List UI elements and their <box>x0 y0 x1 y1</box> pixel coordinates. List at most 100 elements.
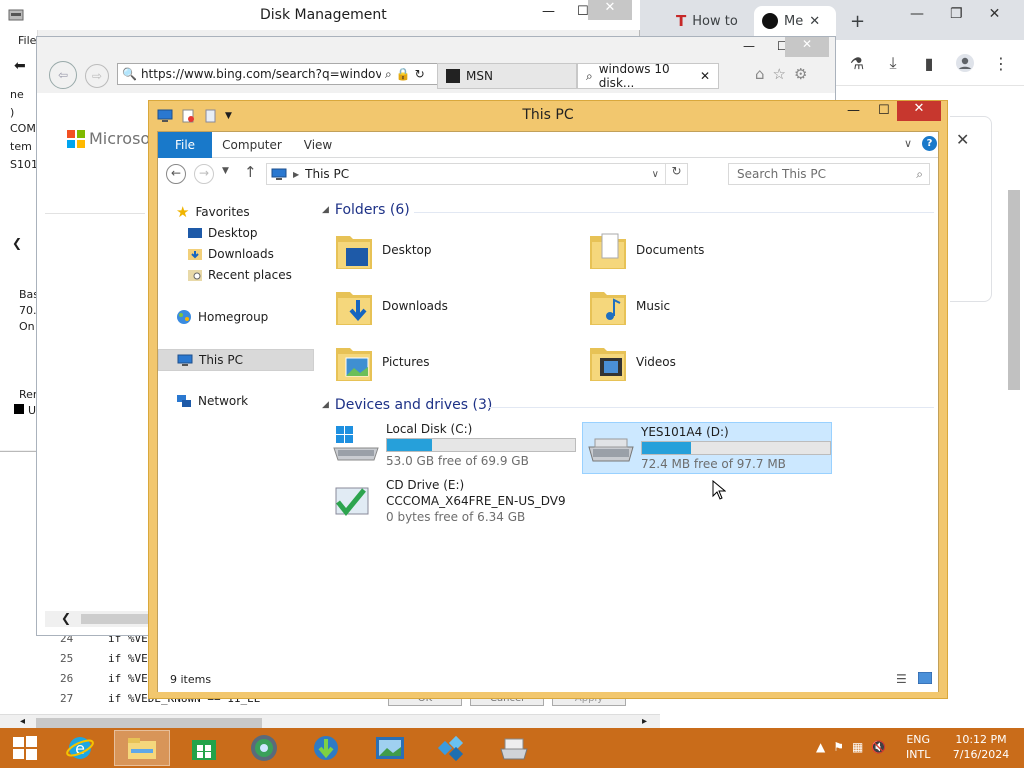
favorites-star-icon[interactable]: ☆ <box>773 65 786 83</box>
drive-c[interactable]: Local Disk (C:) 53.0 GB free of 69.9 GB <box>332 422 576 468</box>
close-icon[interactable]: ✕ <box>809 14 820 29</box>
labs-flask-icon[interactable]: ⚗ <box>844 50 870 76</box>
globe-icon <box>251 735 277 761</box>
taskbar-store[interactable] <box>176 730 232 766</box>
taskbar-disk-management[interactable] <box>486 730 542 766</box>
github-icon <box>762 13 778 29</box>
clock[interactable]: 10:12 PM 7/16/2024 <box>948 732 1014 762</box>
nav-favorites[interactable]: ★ Favorites <box>176 202 250 222</box>
scroll-left-icon[interactable]: ◂ <box>20 716 25 727</box>
t-logo-icon: T <box>676 12 687 30</box>
drive-name: YES101A4 (D:) <box>641 425 729 439</box>
close-button[interactable]: ✕ <box>897 101 941 121</box>
network-tray-icon[interactable]: ▦ <box>852 740 863 754</box>
folder-desktop[interactable]: Desktop <box>334 228 432 272</box>
details-view-icon[interactable]: ☰ <box>896 672 907 686</box>
close-icon[interactable]: ✕ <box>700 69 710 83</box>
chrome-tab-howto[interactable]: T How to <box>668 6 760 36</box>
ie-hscroll[interactable]: ❮ <box>45 611 149 627</box>
scrollbar-thumb[interactable] <box>81 614 149 624</box>
close-button[interactable]: ✕ <box>588 0 632 20</box>
menu-file[interactable]: File <box>18 34 36 47</box>
tab-view[interactable]: View <box>298 132 338 158</box>
nav-homegroup[interactable]: Homegroup <box>176 307 268 327</box>
breadcrumb-arrow-icon[interactable]: ▶ <box>293 170 299 179</box>
large-icons-view-icon[interactable] <box>918 672 932 684</box>
start-button[interactable] <box>0 730 50 766</box>
minimize-icon[interactable]: — <box>847 103 860 118</box>
folder-pictures[interactable]: Pictures <box>334 340 430 384</box>
search-icon[interactable]: ⌕ <box>385 67 392 82</box>
forward-button[interactable]: ⇨ <box>85 64 109 88</box>
flag-icon[interactable]: ⚑ <box>833 740 844 754</box>
address-dropdown-icon[interactable]: ∨ <box>652 169 659 180</box>
show-hidden-icons-icon[interactable]: ▲ <box>816 740 825 754</box>
breadcrumb-this-pc[interactable]: This PC <box>305 167 349 181</box>
nav-label: Desktop <box>208 226 258 240</box>
folder-downloads[interactable]: Downloads <box>334 284 448 328</box>
close-icon[interactable]: ✕ <box>956 130 969 149</box>
ie-tab-search[interactable]: ⌕ windows 10 disk... ✕ <box>577 62 719 90</box>
recent-locations-icon[interactable]: ▼ <box>222 166 229 176</box>
url-text[interactable]: https://www.bing.com/search?q=windov <box>141 67 381 81</box>
refresh-icon[interactable]: ↻ <box>665 164 687 184</box>
refresh-icon[interactable]: ↻ <box>415 67 425 81</box>
folders-group-header[interactable]: ◢ Folders (6) <box>322 202 410 218</box>
drive-d[interactable]: YES101A4 (D:) 72.4 MB free of 97.7 MB <box>582 422 832 474</box>
maximize-icon[interactable]: ☐ <box>577 4 589 19</box>
tab-file[interactable]: File <box>158 132 212 158</box>
up-arrow-icon[interactable]: ↑ <box>244 163 257 181</box>
address-bar[interactable]: ▶ This PC ∨ ↻ <box>266 163 688 185</box>
help-icon[interactable]: ? <box>922 136 937 151</box>
forward-arrow-icon[interactable]: → <box>194 164 214 184</box>
home-icon[interactable]: ⌂ <box>755 65 765 83</box>
taskbar-app-globe[interactable] <box>236 730 292 766</box>
taskbar-ie[interactable]: e <box>52 730 108 766</box>
menu-kebab-icon[interactable]: ⋮ <box>988 50 1014 76</box>
ie-address-bar[interactable]: 🔍 https://www.bing.com/search?q=windov ⌕… <box>117 63 467 85</box>
language-indicator[interactable]: ENG INTL <box>906 732 930 762</box>
folder-videos[interactable]: Videos <box>588 340 676 384</box>
restore-icon[interactable]: ❐ <box>950 6 963 22</box>
back-icon[interactable]: ⬅ <box>14 58 26 74</box>
minimize-icon[interactable]: — <box>743 39 755 53</box>
taskbar-app-cubes[interactable] <box>424 730 480 766</box>
minimize-icon[interactable]: — <box>542 4 555 19</box>
taskbar-download-manager[interactable] <box>298 730 354 766</box>
drives-group-header[interactable]: ◢ Devices and drives (3) <box>322 397 492 413</box>
gear-icon[interactable]: ⚙ <box>794 65 807 83</box>
scroll-right-icon[interactable]: ▸ <box>642 716 647 727</box>
clock-date: 7/16/2024 <box>952 748 1010 761</box>
chrome-scrollbar[interactable] <box>1008 190 1020 390</box>
taskbar-file-explorer[interactable] <box>114 730 170 766</box>
folder-music[interactable]: Music <box>588 284 670 328</box>
maximize-icon[interactable]: ☐ <box>878 103 890 118</box>
close-button[interactable]: ✕ <box>785 37 829 57</box>
taskbar-photos[interactable] <box>362 730 418 766</box>
ie-tab-msn[interactable]: MSN <box>437 63 577 89</box>
nav-desktop[interactable]: Desktop <box>188 223 258 243</box>
volume-muted-icon[interactable]: 🔇 <box>871 740 886 754</box>
minimize-icon[interactable]: — <box>910 6 924 22</box>
back-arrow-icon[interactable]: ← <box>166 164 186 184</box>
scroll-left-icon[interactable]: ❮ <box>12 236 22 250</box>
scrollbar-thumb[interactable] <box>36 718 262 728</box>
close-icon[interactable]: ✕ <box>989 6 1001 22</box>
download-icon[interactable]: ⤓ <box>880 50 906 76</box>
nav-downloads[interactable]: Downloads <box>188 244 274 264</box>
nav-recent-places[interactable]: Recent places <box>188 265 292 285</box>
search-box[interactable]: Search This PC ⌕ <box>728 163 930 185</box>
nav-this-pc[interactable]: This PC <box>158 349 314 371</box>
tab-computer[interactable]: Computer <box>222 132 282 158</box>
drive-e[interactable]: CD Drive (E:) CCCOMA_X64FRE_EN-US_DV9 0 … <box>332 478 566 524</box>
sidepanel-icon[interactable]: ▮ <box>916 50 942 76</box>
folder-documents[interactable]: Documents <box>588 228 704 272</box>
expand-ribbon-chevron-icon[interactable]: ∨ <box>904 137 912 150</box>
chrome-tab-github[interactable]: Me ✕ <box>754 6 836 36</box>
scroll-left-icon[interactable]: ❮ <box>61 611 71 625</box>
profile-icon[interactable] <box>952 50 978 76</box>
new-tab-button[interactable]: + <box>842 6 873 36</box>
divider <box>45 213 145 214</box>
back-button[interactable]: ⇦ <box>49 61 77 89</box>
nav-network[interactable]: Network <box>176 391 248 411</box>
